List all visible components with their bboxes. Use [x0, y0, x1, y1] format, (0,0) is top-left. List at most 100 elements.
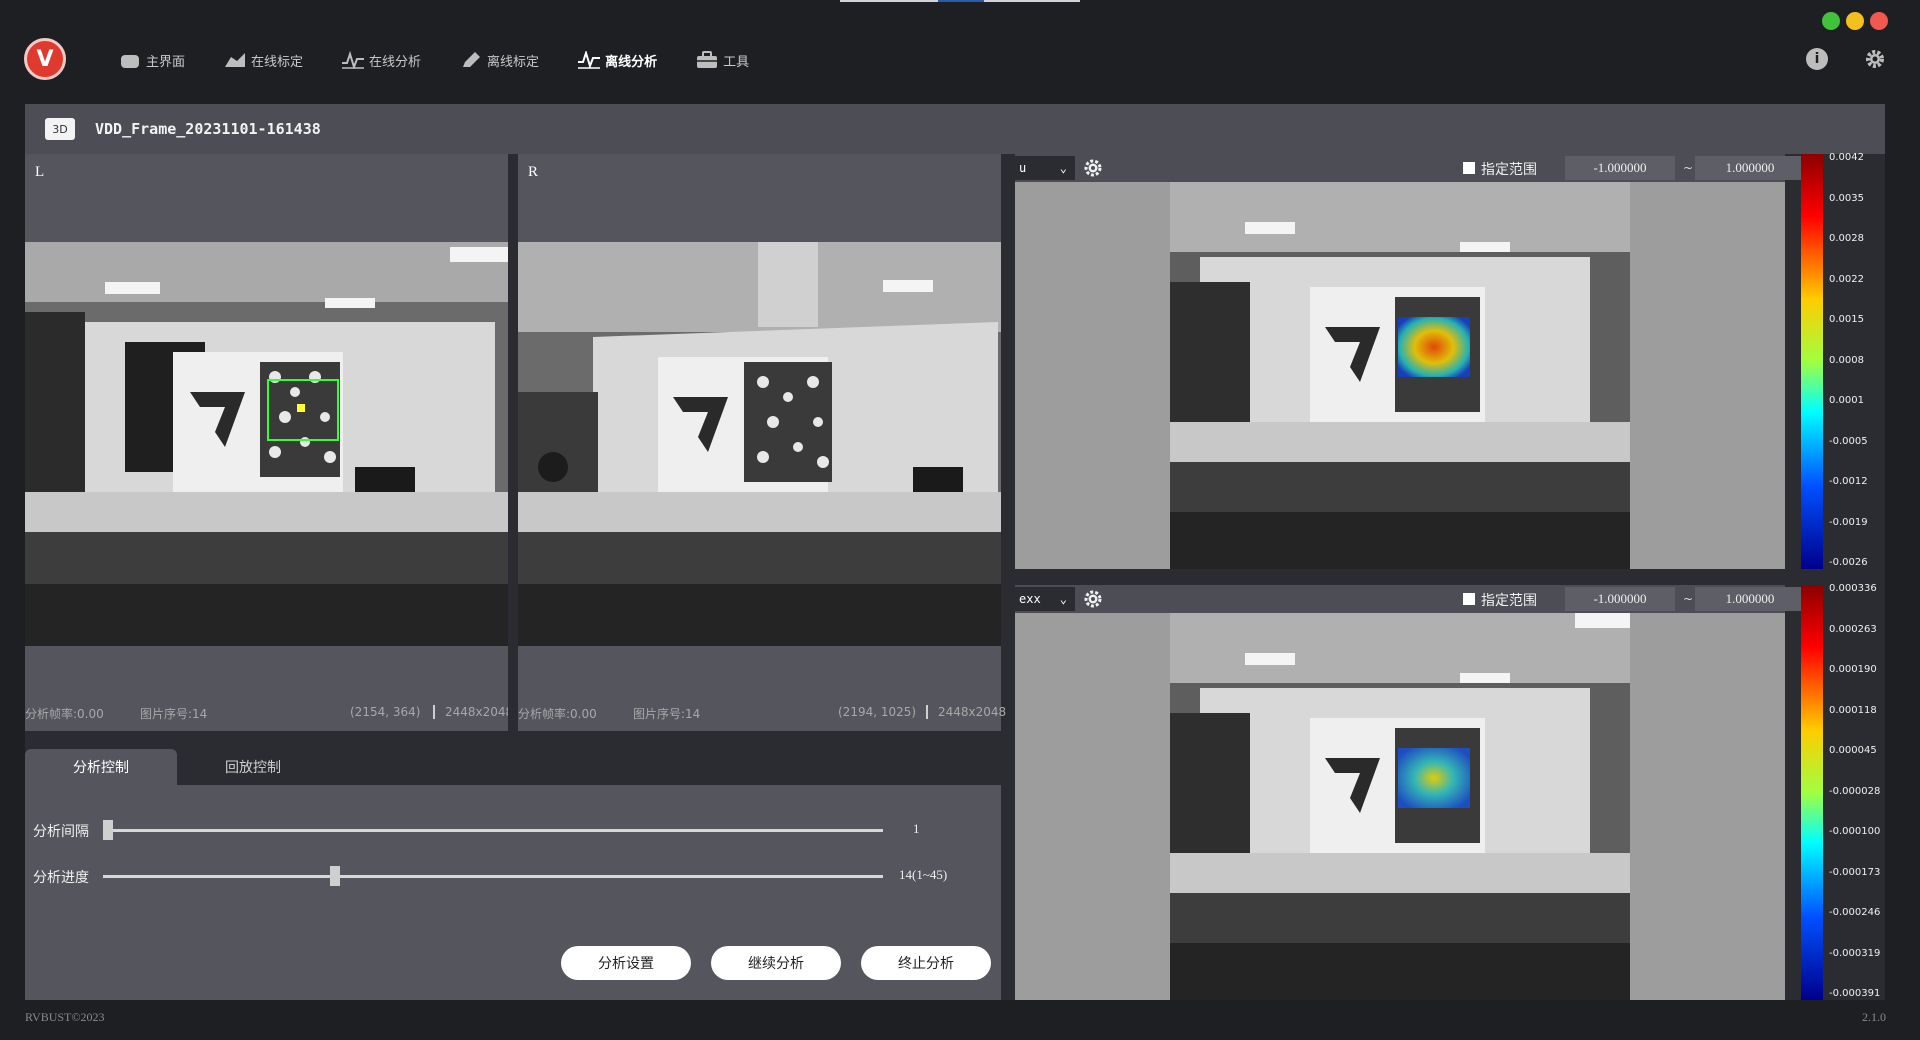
window-controls: [1822, 12, 1888, 30]
range-min-input[interactable]: -1.000000: [1565, 587, 1675, 611]
colorbar-tick-label: 0.000336: [1829, 583, 1877, 594]
interval-slider-thumb[interactable]: [103, 820, 113, 840]
progress-slider-track[interactable]: [103, 866, 883, 886]
cursor-coord: (2154, 364): [350, 705, 421, 719]
minimize-button[interactable]: [1846, 12, 1864, 30]
frame-rate: 分析帧率:0.00: [518, 707, 597, 721]
colorbar-tick-label: -0.000028: [1829, 785, 1881, 797]
u-field-image: [1170, 182, 1630, 569]
exx-panel-toolbar: exx ⌄ 指定范围 -1.000000 ~ 1.000000: [1015, 585, 1805, 613]
exx-field-view[interactable]: [1015, 613, 1785, 1000]
exx-field-panel: exx ⌄ 指定范围 -1.000000 ~ 1.000000 0.000336…: [1015, 583, 1885, 1000]
range-max-input[interactable]: 1.000000: [1695, 156, 1805, 180]
colorbar-tick-label: -0.000100: [1829, 826, 1881, 837]
chevron-down-icon: ⌄: [1059, 592, 1067, 606]
nav-item-online-analysis[interactable]: 在线分析: [341, 44, 421, 76]
colorbar-tick-label: -0.000391: [1829, 988, 1881, 999]
colorbar-tick-label: -0.0026: [1829, 557, 1868, 568]
interval-value: 1: [913, 821, 920, 836]
u-field-view[interactable]: [1015, 182, 1785, 569]
nav-item-home[interactable]: 主界面: [118, 44, 185, 76]
3d-badge[interactable]: 3D: [45, 118, 75, 140]
right-camera-info: 分析帧率:0.00 图片序号:14 (2194, 1025) 2448x2048: [518, 705, 1006, 723]
continue-analysis-button[interactable]: 继续分析: [711, 946, 841, 980]
progress-label: 分析进度: [33, 870, 89, 886]
control-tabs: 分析控制 回放控制: [25, 749, 1001, 785]
tab-analysis-control[interactable]: 分析控制: [25, 749, 177, 785]
gear-icon[interactable]: [1083, 589, 1103, 609]
nav-item-label: 工具: [723, 54, 750, 70]
colorbar-tick-label: -0.000173: [1829, 866, 1881, 878]
frame-title: VDD_Frame_20231101-161438: [95, 120, 321, 138]
top-bar: V 主界面 在线标定 在线分析 离线标定 离线分析 工具 i: [0, 0, 1920, 104]
info-icon[interactable]: i: [1806, 48, 1828, 70]
range-label: 指定范围: [1481, 162, 1537, 178]
colorbar-tick-label: 0.000118: [1829, 704, 1877, 716]
range-tilde: ~: [1683, 161, 1694, 175]
colorbar-tick-label: 0.0028: [1829, 233, 1864, 244]
right-camera-image[interactable]: [518, 242, 1001, 646]
camera-label: R: [528, 164, 539, 180]
main-frame: 3D VDD_Frame_20231101-161438 L 分析帧率:0.00…: [25, 104, 1885, 1000]
nav-item-offline-analysis[interactable]: 离线分析: [577, 44, 657, 76]
app-window: V 主界面 在线标定 在线分析 离线标定 离线分析 工具 i 3D VDD_Fr…: [0, 0, 1920, 1040]
camera-label: L: [35, 164, 45, 180]
nav-item-label: 在线标定: [251, 54, 304, 70]
drag-handle[interactable]: [840, 0, 1080, 2]
colorbar-tick-label: -0.0012: [1829, 476, 1868, 487]
frame-title-bar: 3D VDD_Frame_20231101-161438: [25, 104, 1885, 154]
nav-item-tools[interactable]: 工具: [695, 44, 749, 76]
nav-item-label: 主界面: [146, 54, 186, 70]
range-checkbox[interactable]: [1463, 162, 1475, 174]
nav-item-label: 离线分析: [605, 54, 658, 70]
range-min-input[interactable]: -1.000000: [1565, 156, 1675, 180]
tab-playback-control[interactable]: 回放控制: [177, 749, 329, 785]
field-select-u[interactable]: u ⌄: [1015, 156, 1075, 180]
main-nav: 主界面 在线标定 在线分析 离线标定 离线分析 工具: [118, 44, 787, 76]
colorbar-tick-label: 0.0001: [1829, 395, 1864, 406]
range-max-input[interactable]: 1.000000: [1695, 587, 1805, 611]
analysis-settings-button[interactable]: 分析设置: [561, 946, 691, 980]
maximize-button[interactable]: [1822, 12, 1840, 30]
interval-slider-row: 分析间隔 1: [33, 818, 993, 842]
image-size: 2448x2048: [926, 705, 1006, 719]
colorbar-tick-label: 0.000263: [1829, 623, 1877, 635]
colorbar-tick-label: -0.000319: [1829, 947, 1881, 959]
frame-rate: 分析帧率:0.00: [25, 707, 104, 721]
exx-colorbar-ticks: 0.000336 0.000263 0.000190 0.000118 0.000045…: [1829, 583, 1885, 1000]
nav-item-label: 在线分析: [369, 54, 422, 70]
app-logo: V: [24, 38, 66, 80]
range-label: 指定范围: [1481, 593, 1537, 609]
left-camera-image[interactable]: [25, 242, 508, 646]
u-field-panel: u ⌄ 指定范围 -1.000000 ~ 1.000000 0.0042 0.0…: [1015, 152, 1885, 569]
nav-item-offline-calibration[interactable]: 离线标定: [459, 44, 539, 76]
colorbar-tick-label: 0.0015: [1829, 314, 1864, 325]
analysis-icon: [341, 50, 365, 70]
pulse-icon: [577, 50, 601, 70]
footer-copyright: RVBUST©2023: [25, 1010, 105, 1024]
progress-slider-thumb[interactable]: [330, 866, 341, 886]
nav-item-online-calibration[interactable]: 在线标定: [223, 44, 303, 76]
left-camera-view: L 分析帧率:0.00 图片序号:14 (2154, 364) 2448x204…: [25, 154, 513, 731]
left-camera-info: 分析帧率:0.00 图片序号:14 (2154, 364) 2448x2048: [25, 705, 513, 723]
progress-slider-row: 分析进度 14(1~45): [33, 864, 993, 888]
u-colorbar: [1801, 154, 1823, 569]
chevron-down-icon: ⌄: [1059, 161, 1067, 175]
field-select-value: exx: [1019, 592, 1041, 606]
field-select-exx[interactable]: exx ⌄: [1015, 587, 1075, 611]
gear-icon[interactable]: [1083, 158, 1103, 178]
home-icon: [118, 50, 142, 70]
field-select-value: u: [1019, 161, 1027, 175]
image-index: 图片序号:14: [633, 707, 701, 721]
colorbar-tick-label: 0.0035: [1829, 192, 1864, 204]
calibrate-icon: [223, 50, 247, 70]
image-size: 2448x2048: [433, 705, 513, 719]
exx-colorbar: [1801, 585, 1823, 1000]
interval-slider-track[interactable]: [103, 820, 883, 840]
range-checkbox[interactable]: [1463, 593, 1475, 605]
range-tilde: ~: [1683, 592, 1694, 606]
settings-gear-icon[interactable]: [1864, 48, 1886, 70]
interval-label: 分析间隔: [33, 824, 89, 840]
stop-analysis-button[interactable]: 终止分析: [861, 946, 991, 980]
close-button[interactable]: [1870, 12, 1888, 30]
